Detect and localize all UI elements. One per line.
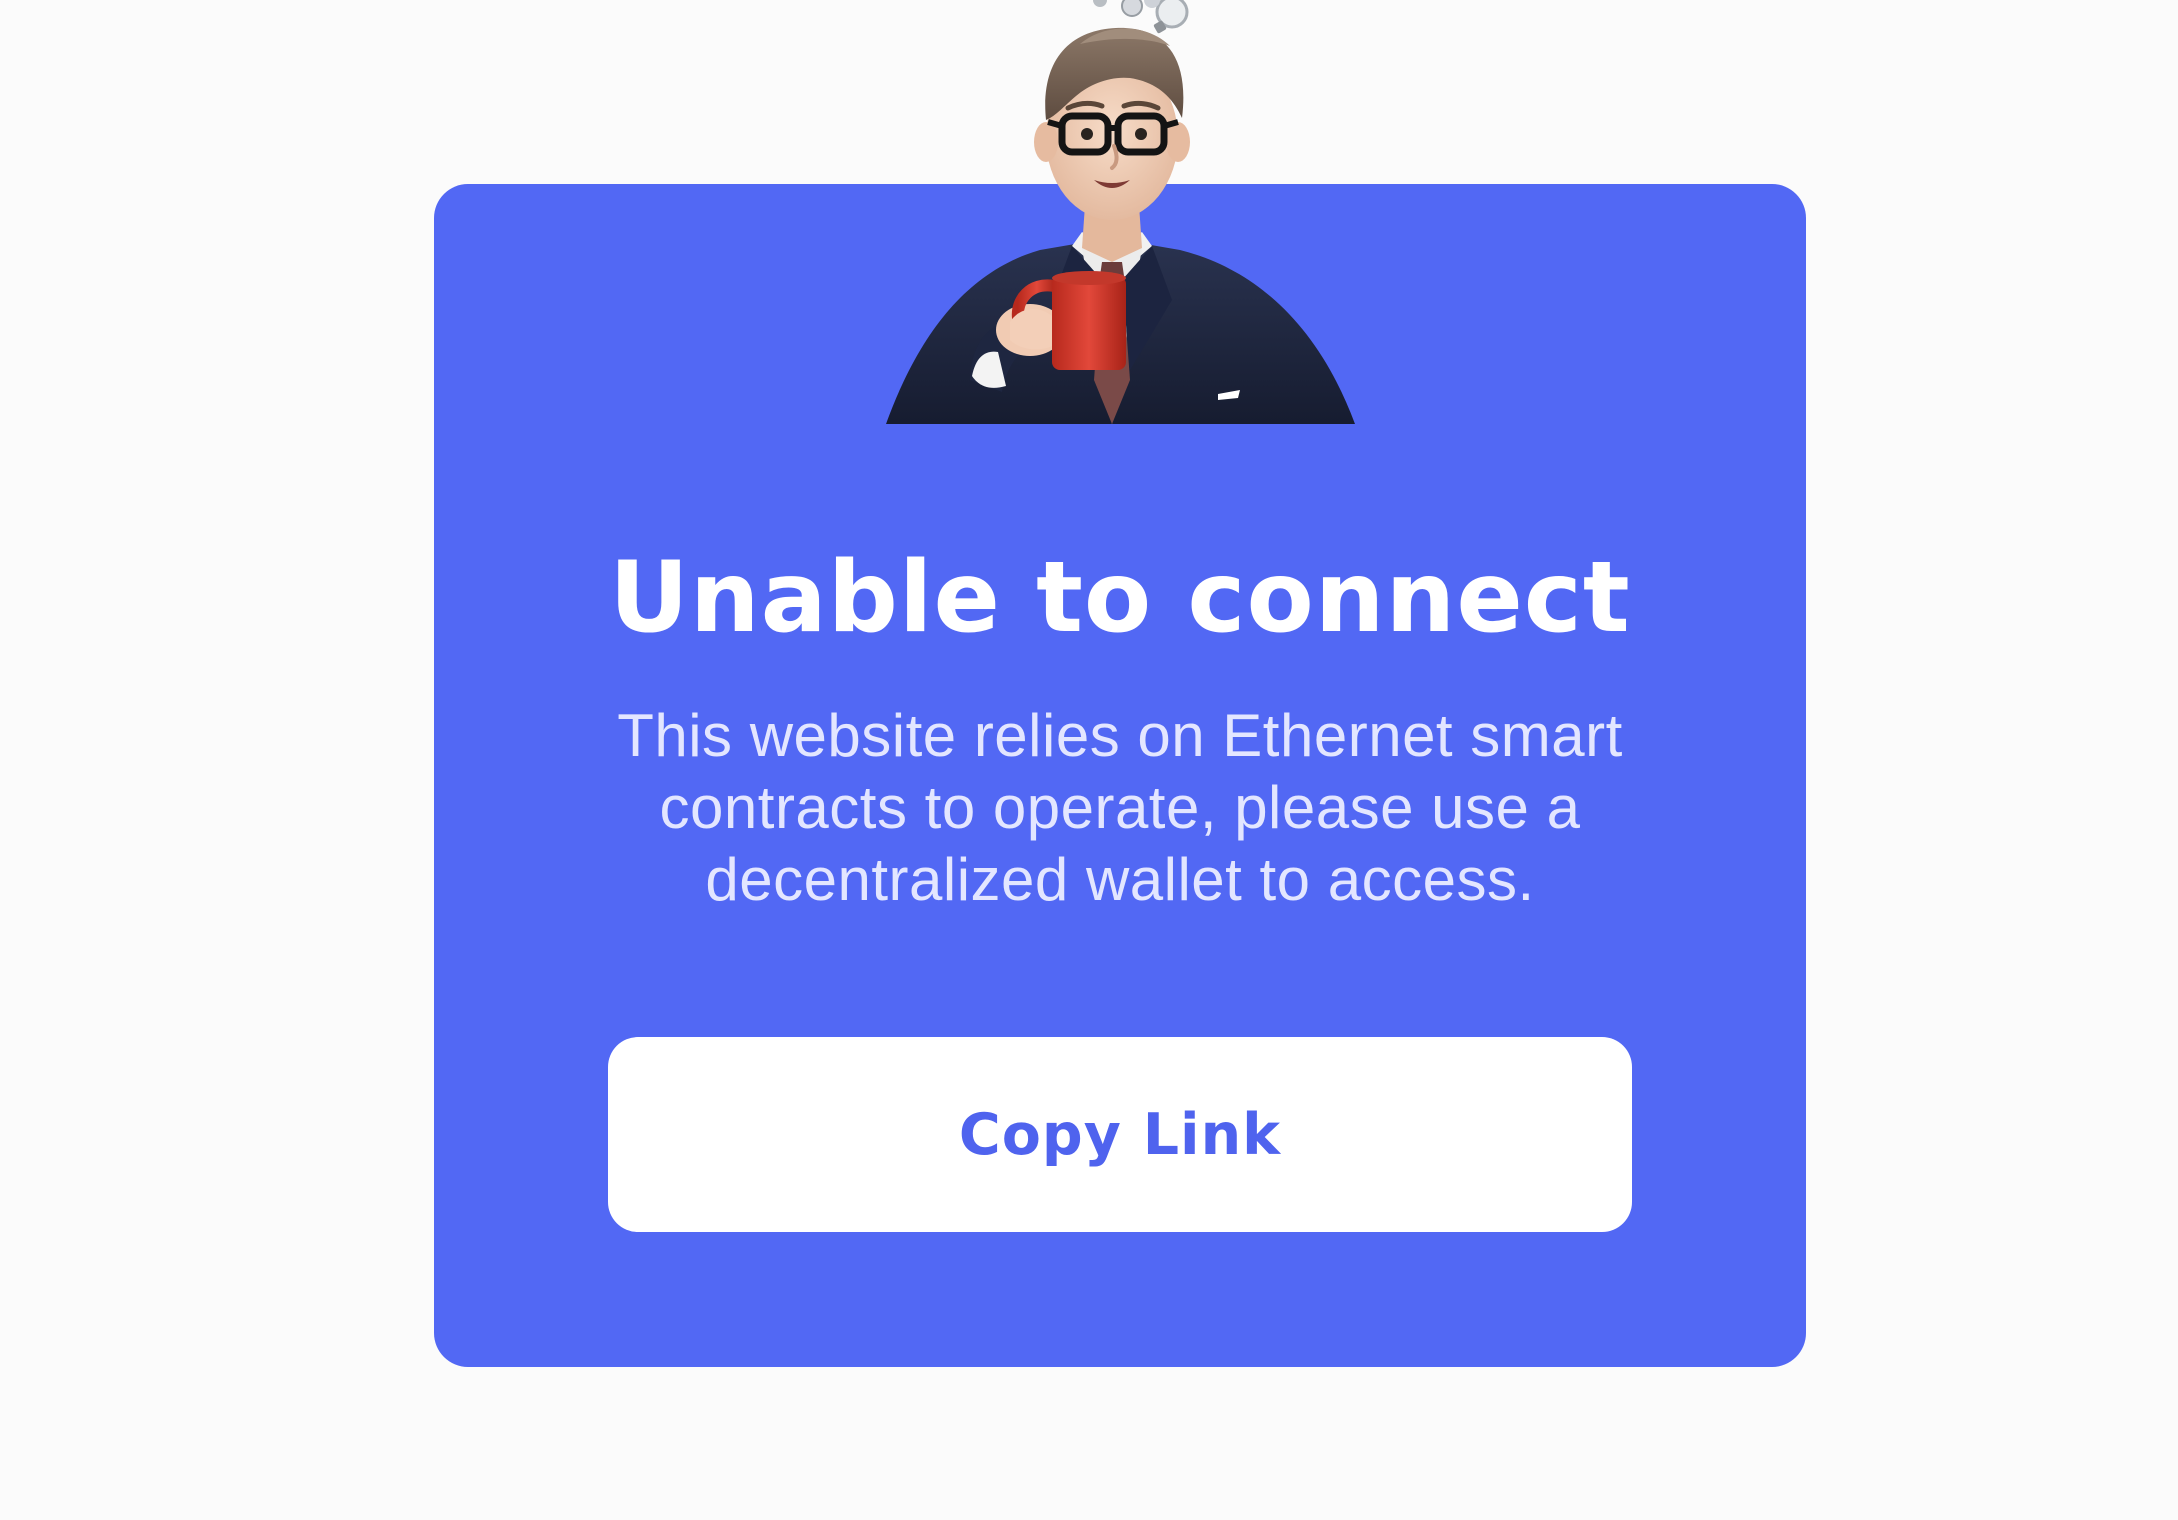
copy-link-button-label: Copy Link bbox=[958, 1101, 1282, 1168]
copy-link-button[interactable]: Copy Link bbox=[608, 1037, 1632, 1232]
page: Unable to connect This website relies on… bbox=[0, 0, 2178, 1520]
businessman-holding-mug-icon bbox=[886, 0, 1355, 424]
dialog-message: This website relies on Ethernet smart co… bbox=[617, 702, 1623, 913]
dialog-title: Unable to connect bbox=[609, 541, 1631, 655]
